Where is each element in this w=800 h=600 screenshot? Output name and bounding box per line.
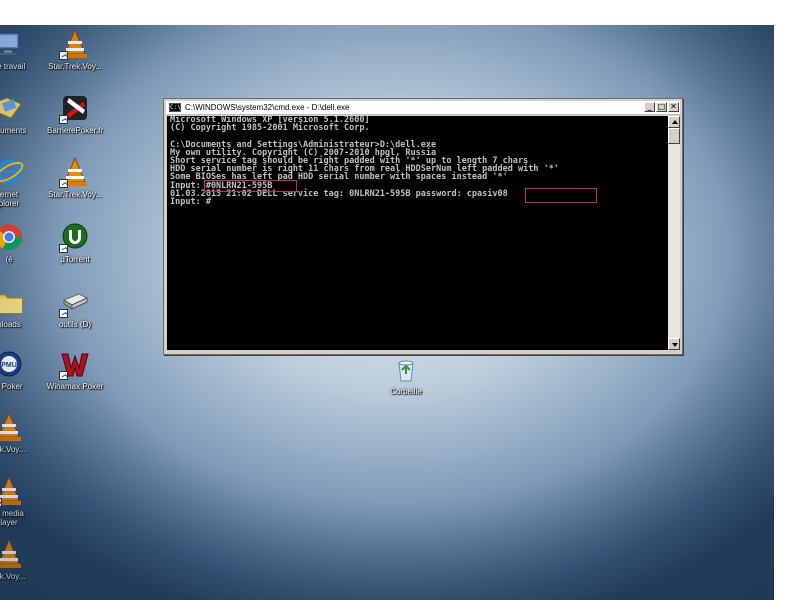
winamax-icon xyxy=(59,348,91,380)
icon-poste-de-travail[interactable]: de travail xyxy=(0,28,44,71)
vlc-cone-icon xyxy=(0,475,25,507)
vlc-cone-icon xyxy=(0,538,25,570)
icon-label: J Poker xyxy=(0,382,23,391)
drive-icon xyxy=(59,286,91,318)
icon-star-trek-voy-2[interactable]: Star.Trek.Voy... xyxy=(40,156,110,199)
scroll-down-icon[interactable] xyxy=(668,338,680,350)
icon-label: de travail xyxy=(0,62,26,71)
vlc-cone-icon xyxy=(59,156,91,188)
documents-folder-icon xyxy=(0,92,25,124)
icon-pmu-poker[interactable]: PMU J Poker xyxy=(0,348,44,391)
icon-label: outils (D) xyxy=(58,320,91,329)
window-titlebar[interactable]: C:\ C:\WINDOWS\system32\cmd.exe - D:\del… xyxy=(166,101,680,115)
icon-star-trek-voy-4[interactable]: rek.Voy... xyxy=(0,538,44,581)
maximize-button[interactable]: □ xyxy=(656,102,667,112)
icon-star-trek-voy-3[interactable]: rek.Voy... xyxy=(0,411,44,454)
icon-corbeille[interactable]: Corbeille xyxy=(371,353,441,396)
vlc-cone-icon xyxy=(0,411,25,443)
icon-vlc-media-player[interactable]: C media layer xyxy=(0,475,44,527)
icon-documents[interactable]: ocuments xyxy=(0,92,44,135)
utorrent-icon xyxy=(59,221,91,253)
icon-label: ernet plorer xyxy=(0,190,20,208)
internet-explorer-icon xyxy=(0,156,25,188)
icon-label: Winamax Poker xyxy=(46,382,104,391)
icon-label: rek.Voy... xyxy=(0,445,26,454)
console-output[interactable]: Microsoft Windows XP [version 5.1.2600] … xyxy=(167,116,668,350)
folder-icon xyxy=(0,286,25,318)
icon-label: nloads xyxy=(0,320,21,329)
icon-label: Star.Trek.Voy... xyxy=(48,62,102,71)
service-tag-highlight xyxy=(204,180,297,192)
icon-outils[interactable]: outils (D) xyxy=(40,286,110,329)
chrome-icon xyxy=(0,221,25,253)
icon-label: C media layer xyxy=(0,509,24,527)
barrierepoker-icon xyxy=(59,92,91,124)
scroll-up-icon[interactable] xyxy=(668,116,680,128)
cmd-app-icon[interactable]: C:\ xyxy=(169,103,181,112)
icon-label: µTorrent xyxy=(60,255,90,264)
svg-text:PMU: PMU xyxy=(1,362,17,369)
icon-downloads[interactable]: nloads xyxy=(0,286,44,329)
pmu-poker-icon: PMU xyxy=(0,348,25,380)
computer-icon xyxy=(0,28,25,60)
icon-internet-explorer[interactable]: ernet plorer xyxy=(0,156,44,208)
blank-margin xyxy=(774,0,800,600)
console-line: Input: # xyxy=(170,197,211,207)
icon-label: Star.Trek.Voy... xyxy=(48,190,102,199)
icon-label: ocuments xyxy=(0,126,27,135)
icon-label: rek.Voy... xyxy=(0,572,26,581)
minimize-button[interactable]: _ xyxy=(644,102,655,112)
cmd-window[interactable]: C:\ C:\WINDOWS\system32\cmd.exe - D:\del… xyxy=(163,98,683,355)
recycle-bin-icon xyxy=(390,353,422,385)
icon-barrierepoker[interactable]: BarrierePoker.fr xyxy=(40,92,110,135)
vertical-scrollbar[interactable] xyxy=(668,116,680,350)
vlc-cone-icon xyxy=(59,28,91,60)
icon-star-trek-voy-1[interactable]: Star.Trek.Voy... xyxy=(40,28,110,71)
icon-label: Corbeille xyxy=(390,387,422,396)
password-highlight xyxy=(525,188,597,203)
icon-winamax-poker[interactable]: Winamax Poker xyxy=(40,348,110,391)
icon-label: (é xyxy=(5,255,13,264)
close-button[interactable]: ✕ xyxy=(668,102,679,112)
window-title: C:\WINDOWS\system32\cmd.exe - D:\dell.ex… xyxy=(185,103,350,112)
console-line: (C) Copyright 1985-2001 Microsoft Corp. xyxy=(170,123,370,133)
icon-label: BarrierePoker.fr xyxy=(46,126,104,135)
icon-utorrent[interactable]: µTorrent xyxy=(40,221,110,264)
icon-chrome[interactable]: (é xyxy=(0,221,44,264)
scroll-thumb[interactable] xyxy=(668,128,680,144)
